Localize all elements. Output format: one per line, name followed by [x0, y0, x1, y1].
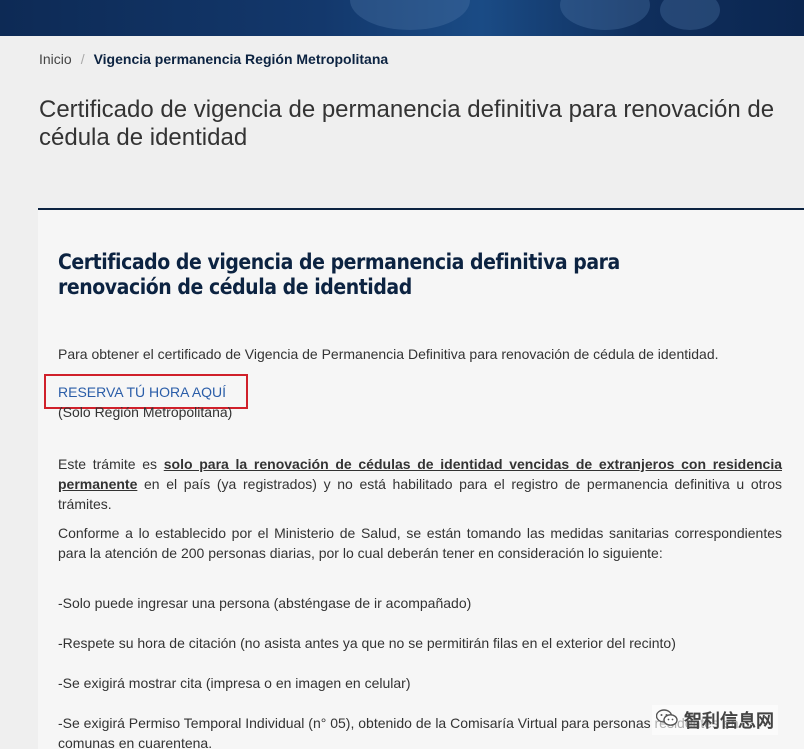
- conforme-paragraph: Conforme a lo establecido por el Ministe…: [58, 525, 782, 561]
- page-title: Certificado de vigencia de permanencia d…: [39, 96, 775, 151]
- wechat-icon: [655, 708, 678, 732]
- tramite-paragraph: Este trámite es solo para la renovación …: [58, 454, 782, 514]
- content-card: Certificado de vigencia de permanencia d…: [38, 208, 804, 749]
- breadcrumb: Inicio / Vigencia permanencia Región Met…: [39, 51, 388, 67]
- breadcrumb-home-link[interactable]: Inicio: [39, 51, 72, 67]
- reserve-note: (Solo Región Metropolitana): [58, 404, 233, 420]
- rule-item: -Respete su hora de citación (no asista …: [58, 635, 676, 651]
- tramite-post: en el país (ya registrados) y no está ha…: [58, 476, 782, 512]
- breadcrumb-separator: /: [80, 51, 85, 67]
- watermark: 智利信息网: [652, 705, 778, 735]
- rule-item: -Solo puede ingresar una persona (abstén…: [58, 595, 472, 611]
- breadcrumb-current: Vigencia permanencia Región Metropolitan…: [93, 51, 389, 67]
- reserve-hour-link[interactable]: RESERVA TÚ HORA AQUÍ: [58, 384, 226, 400]
- card-title: Certificado de vigencia de permanencia d…: [58, 250, 620, 299]
- watermark-text: 智利信息网: [684, 711, 774, 731]
- rule-item: -Se exigirá mostrar cita (impresa o en i…: [58, 675, 411, 691]
- top-banner: [0, 0, 804, 36]
- tramite-pre: Este trámite es: [58, 456, 164, 472]
- intro-text: Para obtener el certificado de Vigencia …: [58, 346, 719, 362]
